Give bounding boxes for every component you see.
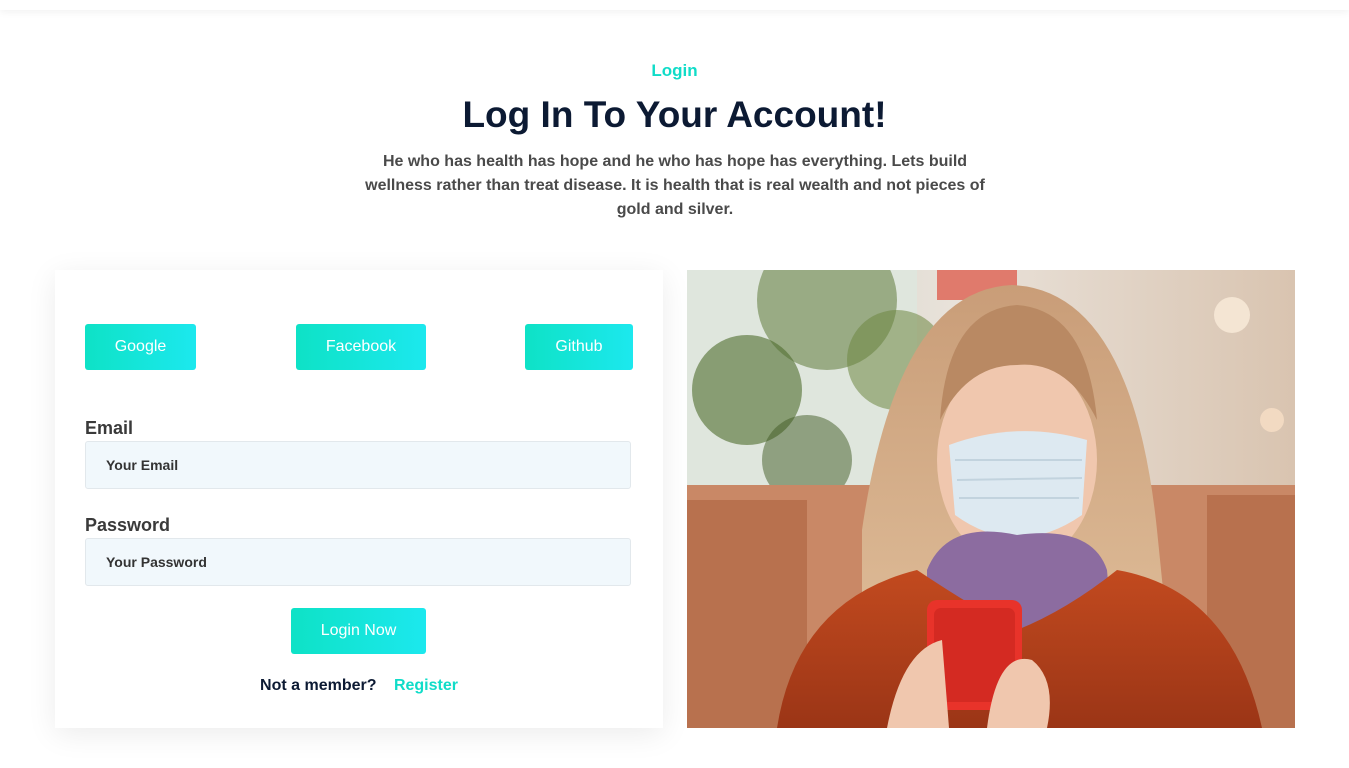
login-now-button[interactable]: Login Now bbox=[291, 608, 426, 654]
not-member-text: Not a member? bbox=[260, 677, 377, 694]
intro-text: He who has health has hope and he who ha… bbox=[365, 153, 985, 218]
password-label: Password bbox=[85, 515, 171, 535]
facebook-login-button[interactable]: Facebook bbox=[296, 324, 426, 370]
page-title: Log In To Your Account! bbox=[462, 94, 887, 135]
top-navbar-shadow bbox=[0, 0, 1349, 10]
login-card: Google Facebook Github Email Password Lo… bbox=[55, 270, 663, 728]
password-field[interactable] bbox=[85, 538, 631, 586]
section-kicker: Login bbox=[651, 61, 698, 80]
woman-with-mask-and-phone-photo bbox=[687, 270, 1295, 728]
email-field[interactable] bbox=[85, 441, 631, 489]
email-label: Email bbox=[85, 418, 134, 438]
register-link[interactable]: Register bbox=[394, 677, 458, 694]
github-login-button[interactable]: Github bbox=[525, 324, 633, 370]
register-prompt: Not a member? Register bbox=[55, 677, 663, 695]
google-login-button[interactable]: Google bbox=[85, 324, 196, 370]
hero-photo bbox=[687, 270, 1295, 728]
